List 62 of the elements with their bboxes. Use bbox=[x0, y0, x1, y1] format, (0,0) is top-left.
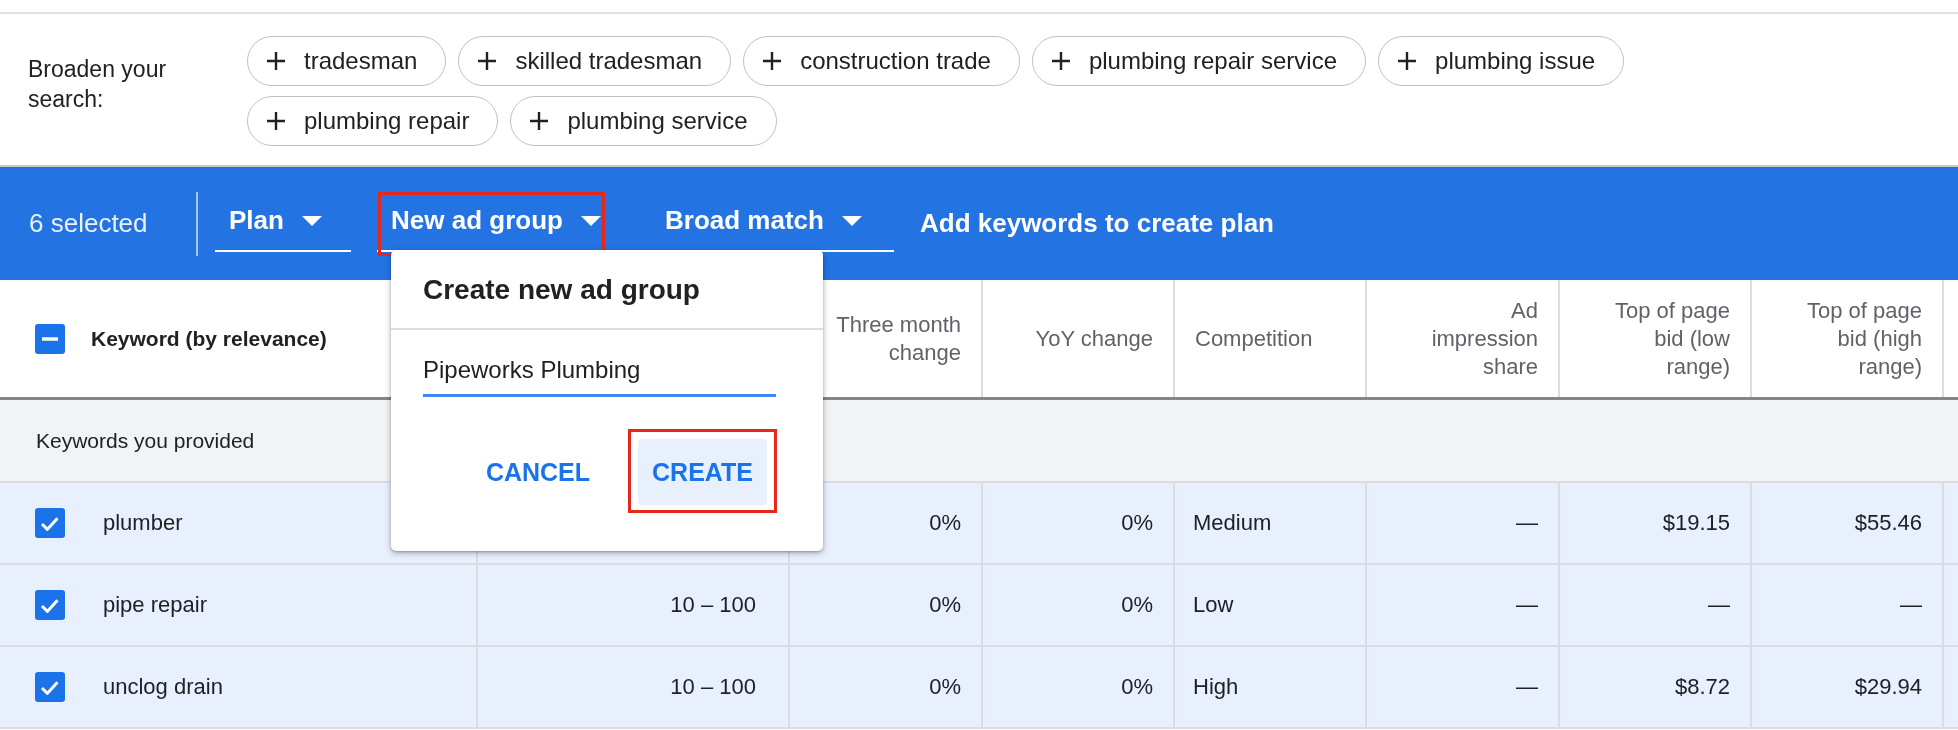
column-header: Competition bbox=[1195, 324, 1313, 353]
table-cell: 0% bbox=[929, 674, 961, 700]
check-icon bbox=[40, 515, 60, 531]
keyword-chip[interactable]: plumbing repair bbox=[247, 96, 499, 146]
table-cell: High bbox=[1193, 674, 1239, 700]
column-header: YoY change bbox=[1035, 324, 1153, 353]
table-cell: — bbox=[1708, 592, 1730, 618]
row-checkbox[interactable] bbox=[35, 672, 65, 702]
table-cell: 10 – 100 bbox=[670, 674, 756, 700]
column-header: Three month change bbox=[835, 310, 961, 367]
table-cell: 0% bbox=[929, 510, 961, 536]
keyword-chip[interactable]: tradesman bbox=[247, 36, 447, 86]
table-cell: 0% bbox=[1121, 674, 1153, 700]
column-header: Top of page bid (high range) bbox=[1806, 296, 1922, 381]
dropdown[interactable]: Plan bbox=[215, 195, 351, 252]
plus-icon bbox=[529, 111, 550, 131]
caret-icon bbox=[841, 215, 862, 226]
row-checkbox[interactable] bbox=[35, 590, 65, 620]
plus-icon bbox=[266, 51, 286, 71]
create-button[interactable]: CREATE bbox=[638, 439, 767, 505]
table-cell: — bbox=[1516, 510, 1538, 536]
check-icon bbox=[40, 597, 60, 613]
keyword-text: plumber bbox=[103, 510, 183, 536]
caret-icon bbox=[580, 215, 601, 226]
minus-icon bbox=[42, 336, 58, 341]
keyword-chip[interactable]: construction trade bbox=[743, 36, 1020, 86]
table-cell: 10 – 100 bbox=[670, 592, 756, 618]
plus-icon bbox=[1397, 51, 1418, 71]
table-cell: — bbox=[1516, 592, 1538, 618]
caret-icon bbox=[301, 215, 322, 226]
column-header: Keyword (by relevance) bbox=[91, 325, 327, 352]
table-cell: $8.72 bbox=[1674, 674, 1730, 700]
plus-icon bbox=[266, 111, 286, 131]
selection-count: 6 selected bbox=[29, 208, 149, 239]
table-cell: 0% bbox=[1121, 510, 1153, 536]
keyword-chip[interactable]: plumbing repair service bbox=[1031, 36, 1367, 86]
plus-icon bbox=[1050, 51, 1071, 71]
column-header: Top of page bid (low range) bbox=[1614, 296, 1730, 381]
keyword-chip[interactable]: plumbing issue bbox=[1378, 36, 1625, 86]
table-cell: Low bbox=[1193, 592, 1234, 618]
input-field[interactable]: Pipeworks Plumbing bbox=[423, 354, 776, 397]
table-cell: — bbox=[1516, 674, 1538, 700]
check-icon bbox=[40, 679, 60, 695]
toolbar-hint: Add keywords to create plan bbox=[920, 208, 1274, 239]
table-cell: — bbox=[1900, 592, 1922, 618]
broaden-label: Broaden your search: bbox=[28, 55, 168, 114]
table-cell: Medium bbox=[1193, 510, 1272, 536]
column-header: Ad impression share bbox=[1430, 296, 1538, 381]
plus-icon bbox=[477, 51, 498, 71]
keyword-chip[interactable]: skilled tradesman bbox=[458, 36, 732, 86]
keyword-text: unclog drain bbox=[103, 674, 223, 700]
table-cell: $55.46 bbox=[1854, 510, 1922, 536]
table-cell: $29.94 bbox=[1854, 674, 1922, 700]
keyword-chip[interactable]: plumbing service bbox=[510, 96, 777, 146]
keyword-text: pipe repair bbox=[103, 592, 207, 618]
select-all-checkbox[interactable] bbox=[35, 323, 65, 354]
dialog-title: Create new ad group bbox=[391, 250, 823, 330]
plus-icon bbox=[762, 51, 783, 71]
row-checkbox[interactable] bbox=[35, 508, 65, 538]
table-cell: 0% bbox=[1121, 592, 1153, 618]
table-cell: 0% bbox=[929, 592, 961, 618]
table-cell: $19.15 bbox=[1662, 510, 1730, 536]
